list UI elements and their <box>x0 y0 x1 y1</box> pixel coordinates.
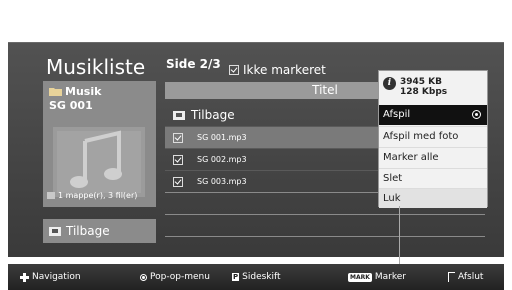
list-item-label: Tilbage <box>191 108 235 122</box>
footer-exit: Afslut <box>448 272 483 282</box>
menu-item-delete[interactable]: Slet <box>379 168 487 188</box>
check-icon[interactable] <box>173 132 183 143</box>
menu-item-label: Slet <box>383 173 403 184</box>
music-list-screen: Musikliste Side 2/3 Ikke markeret Musik … <box>0 0 512 290</box>
check-icon[interactable] <box>173 154 183 165</box>
page-title: Musikliste <box>46 55 146 79</box>
footer-bar: Navigation Pop-op-menu P Sideskift MARK … <box>8 264 504 290</box>
album-art <box>53 127 145 197</box>
footer-popup-menu: Pop-op-menu <box>140 272 210 282</box>
file-name: SG 002.mp3 <box>197 155 247 164</box>
file-name: SG 001.mp3 <box>197 133 247 142</box>
back-button[interactable]: Tilbage <box>43 219 156 243</box>
menu-item-label: Afspil med foto <box>383 131 459 142</box>
file-name: SG 003.mp3 <box>197 177 247 186</box>
back-button-label: Tilbage <box>66 224 110 238</box>
menu-item-mark-all[interactable]: Marker alle <box>379 147 487 167</box>
footer-page-label: Sideskift <box>242 272 281 282</box>
callout-line <box>399 206 400 264</box>
info-icon: i <box>383 77 396 90</box>
check-icon[interactable] <box>173 176 183 187</box>
item-count: 1 mappe(r), 3 fil(er) <box>47 191 137 200</box>
back-folder-icon <box>173 110 185 120</box>
footer-mark: MARK Marker <box>348 272 406 282</box>
unmarked-status: Ikke markeret <box>229 63 326 77</box>
file-bitrate: 128 Kbps <box>400 87 448 97</box>
item-count-label: 1 mappe(r), 3 fil(er) <box>58 191 138 200</box>
unmarked-label: Ikke markeret <box>243 63 326 77</box>
popup-menu: i 3945 KB 128 Kbps Afspil Afspil med fot… <box>378 70 488 208</box>
ok-icon <box>140 273 147 281</box>
menu-item-play-with-photo[interactable]: Afspil med foto <box>379 126 487 146</box>
footer-mark-label: Marker <box>374 272 406 282</box>
navigation-icon <box>20 272 29 282</box>
back-folder-icon <box>49 226 61 236</box>
row-divider <box>165 214 485 215</box>
footer-exit-label: Afslut <box>458 272 484 282</box>
radio-selected-icon <box>472 110 481 119</box>
folder-icon <box>49 88 62 96</box>
menu-item-label: Marker alle <box>383 152 439 163</box>
menu-item-label: Luk <box>383 193 401 204</box>
footer-popup-label: Pop-op-menu <box>150 272 210 282</box>
menu-item-play[interactable]: Afspil <box>379 105 487 125</box>
footer-page-change: P Sideskift <box>232 272 281 282</box>
file-info: i 3945 KB 128 Kbps <box>383 77 447 97</box>
exit-icon <box>448 272 455 282</box>
file-size: 3945 KB <box>400 77 443 87</box>
page-indicator: Side 2/3 <box>166 57 221 71</box>
row-divider <box>165 236 485 237</box>
footer-navigation-label: Navigation <box>32 272 81 282</box>
menu-item-close[interactable]: Luk <box>379 188 487 208</box>
mark-key-icon: MARK <box>348 272 372 282</box>
selected-title: SG 001 <box>49 99 93 112</box>
music-note-icon <box>53 127 145 197</box>
folder-label: Musik <box>49 85 101 98</box>
folder-name: Musik <box>65 85 102 98</box>
folder-count-icon <box>47 192 55 199</box>
folder-preview: Musik SG 001 1 mappe(r), 3 fil(er) <box>43 81 156 207</box>
page-key-icon: P <box>232 273 240 281</box>
footer-navigation: Navigation <box>20 272 81 282</box>
menu-item-label: Afspil <box>383 109 411 120</box>
check-icon <box>229 65 239 75</box>
